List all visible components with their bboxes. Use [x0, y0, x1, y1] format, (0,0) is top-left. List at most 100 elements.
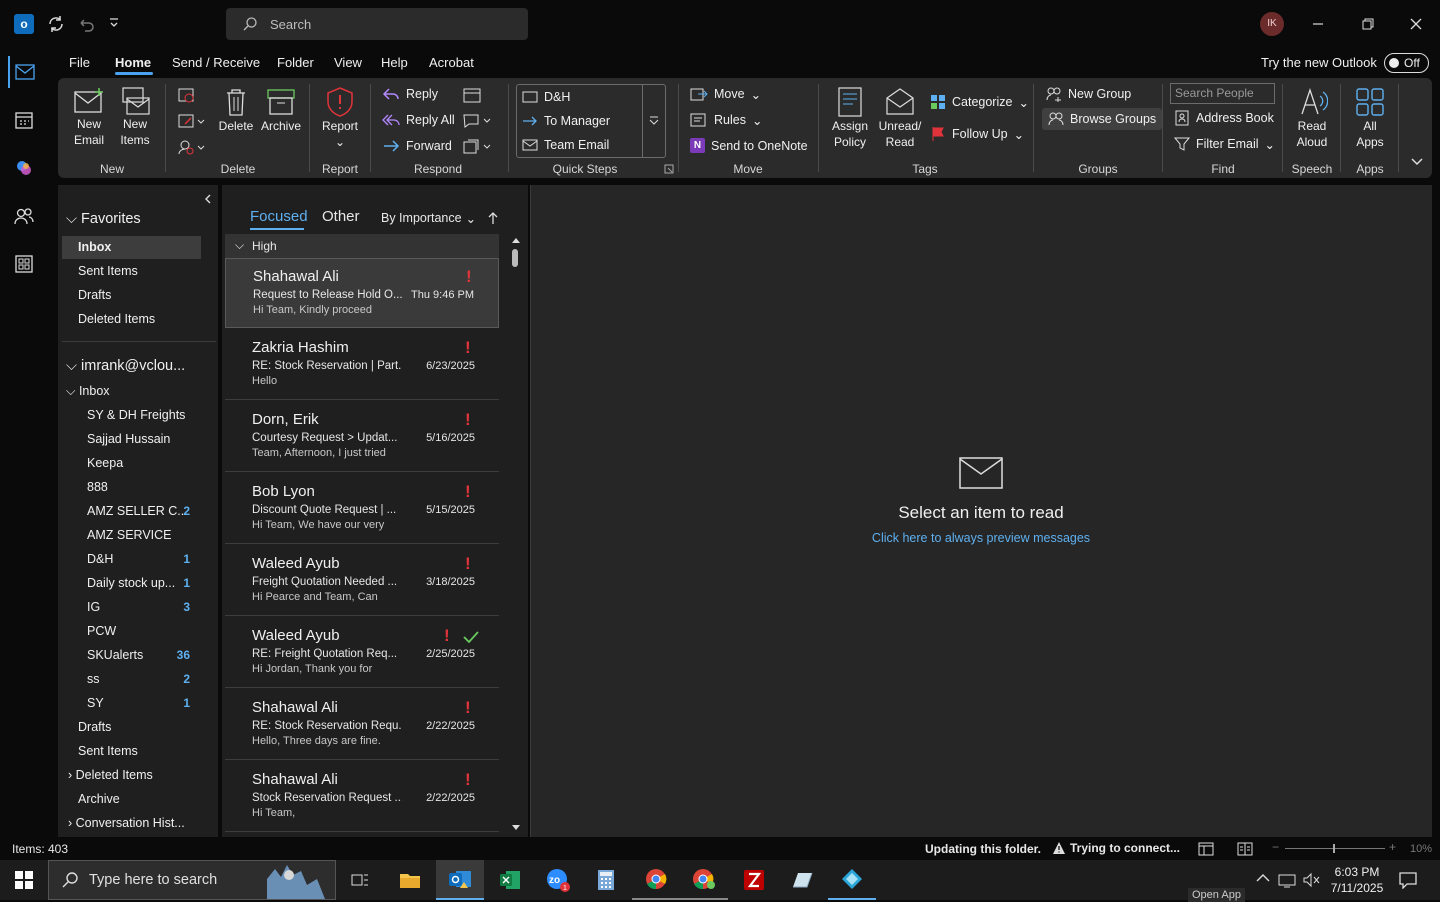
follow-up-button[interactable]: Follow Up ⌄ [930, 126, 1024, 142]
minimize-icon[interactable] [1308, 14, 1328, 34]
quick-step-team-email[interactable]: Team Email [522, 138, 609, 152]
cleanup-icon[interactable] [176, 112, 206, 130]
volume-muted-icon[interactable] [1302, 872, 1320, 888]
taskbar-search[interactable]: Type here to search [48, 860, 336, 900]
collapse-pane-icon[interactable] [203, 193, 213, 205]
menu-send-receive[interactable]: Send / Receive [172, 55, 260, 70]
file-explorer-icon[interactable] [386, 860, 434, 900]
scroll-thumb[interactable] [512, 249, 518, 267]
send-to-onenote-button[interactable]: N Send to OneNote [690, 138, 808, 153]
scroll-down-icon[interactable] [511, 823, 521, 833]
zoom-app-icon[interactable]: zo 1 [534, 860, 582, 900]
new-outlook-toggle[interactable]: Off [1384, 53, 1429, 73]
customize-toolbar-icon[interactable] [108, 16, 120, 30]
zoom-out-icon[interactable]: − [1272, 840, 1279, 854]
message-item[interactable]: Shahawal Ali Request to Release Hold O...… [225, 258, 499, 328]
notes-app-icon[interactable] [778, 860, 826, 900]
message-item[interactable]: Shahawal Ali RE: Stock Reservation Requ..… [225, 690, 499, 760]
fav-drafts[interactable]: Drafts [78, 288, 111, 302]
remote-app-icon[interactable] [828, 860, 876, 900]
scroll-up-icon[interactable] [511, 235, 521, 245]
menu-home[interactable]: Home [115, 55, 151, 70]
scrollbar[interactable] [510, 235, 520, 831]
filter-email-button[interactable]: Filter Email ⌄ [1174, 136, 1275, 152]
copilot-icon[interactable] [8, 152, 40, 184]
menu-acrobat[interactable]: Acrobat [429, 55, 474, 70]
message-item[interactable]: Waleed Ayub RE: Freight Quotation Req... 2… [225, 618, 499, 688]
subfolder-item[interactable]: ss [87, 672, 100, 686]
reply-all-button[interactable]: Reply All [382, 112, 455, 128]
ribbon-collapse-icon[interactable] [1410, 156, 1424, 168]
folder-item[interactable]: Sent Items [78, 744, 138, 758]
account-header[interactable]: ⌵ imrank@vclou... [66, 358, 185, 374]
categorize-button[interactable]: Categorize ⌄ [930, 94, 1029, 110]
all-apps-button[interactable]: All Apps [1348, 86, 1392, 150]
menu-view[interactable]: View [334, 55, 362, 70]
subfolder-item[interactable]: D&H [87, 552, 113, 566]
undo-icon[interactable] [76, 14, 96, 34]
zoom-level[interactable]: 10% [1410, 843, 1432, 855]
sync-icon[interactable] [46, 14, 66, 34]
always-preview-link[interactable]: Click here to always preview messages [531, 531, 1431, 545]
subfolder-item[interactable]: IG [87, 600, 100, 614]
assign-policy-button[interactable]: Assign Policy [824, 86, 876, 150]
sort-direction-icon[interactable] [488, 211, 498, 225]
zoom-thumb[interactable] [1333, 844, 1335, 853]
meeting-reply-icon[interactable] [462, 86, 482, 104]
delete-button[interactable]: Delete [216, 86, 256, 134]
subfolder-item[interactable]: AMZ SERVICE [87, 528, 172, 542]
mail-icon[interactable] [8, 56, 40, 88]
apps-icon[interactable] [8, 248, 40, 280]
fav-sent-items[interactable]: Sent Items [78, 264, 138, 278]
favorites-header[interactable]: ⌵ Favorites [66, 211, 141, 227]
normal-view-icon[interactable] [1198, 842, 1214, 856]
reply-button[interactable]: Reply [382, 86, 438, 102]
menu-folder[interactable]: Folder [277, 55, 314, 70]
browse-groups-button[interactable]: Browse Groups [1042, 108, 1163, 130]
group-header-high[interactable]: ⌵ High [225, 234, 499, 258]
message-item[interactable]: Dorn, Erik Courtesy Request > Updat... 5/1… [225, 402, 499, 472]
completed-check-icon[interactable] [462, 630, 480, 644]
chrome-profile-icon[interactable] [680, 860, 728, 900]
folder-item[interactable]: › Deleted Items [68, 768, 153, 782]
avatar[interactable]: IK [1260, 12, 1284, 36]
task-view-icon[interactable] [336, 860, 384, 900]
inbox-folder[interactable]: ⌵ Inbox [66, 384, 110, 399]
folder-item[interactable]: › Conversation Hist... [68, 816, 185, 830]
excel-icon[interactable] [486, 860, 534, 900]
show-hidden-icons-icon[interactable] [1256, 873, 1270, 883]
subfolder-item[interactable]: Sajjad Hussain [87, 432, 170, 446]
folder-item[interactable]: Archive [78, 792, 120, 806]
message-item[interactable]: Waleed Ayub Freight Quotation Needed ... 3… [225, 546, 499, 616]
message-item[interactable]: Zakria Hashim RE: Stock Reservation | Par… [225, 330, 499, 400]
menu-file[interactable]: File [69, 55, 90, 70]
unread-read-button[interactable]: Unread/ Read [876, 86, 924, 150]
search-people-input[interactable]: Search People [1170, 83, 1275, 104]
zoom-slider[interactable] [1285, 844, 1385, 853]
new-items-button[interactable]: New Items [114, 86, 156, 148]
calculator-icon[interactable] [582, 860, 630, 900]
reading-view-icon[interactable] [1237, 842, 1253, 856]
windows-start-icon[interactable] [0, 860, 48, 900]
report-button[interactable]: Report ⌄ [318, 86, 362, 150]
chrome-icon[interactable] [632, 860, 680, 900]
address-book-button[interactable]: Address Book [1174, 110, 1274, 126]
junk-icon[interactable] [176, 138, 206, 156]
connection-status[interactable]: Trying to connect... [1052, 841, 1180, 855]
subfolder-item[interactable]: Keepa [87, 456, 123, 470]
read-aloud-button[interactable]: Read Aloud [1290, 86, 1334, 150]
rules-button[interactable]: Rules ⌄ [690, 112, 762, 128]
close-icon[interactable] [1406, 14, 1426, 34]
new-email-button[interactable]: New Email [70, 86, 108, 148]
subfolder-item[interactable]: 888 [87, 480, 108, 494]
archive-button[interactable]: Archive [258, 86, 304, 134]
quick-steps-launcher-icon[interactable] [664, 164, 674, 174]
zoom-in-icon[interactable]: + [1389, 840, 1396, 854]
search-input[interactable]: Search [226, 8, 528, 40]
forward-button[interactable]: Forward [382, 138, 452, 154]
people-icon[interactable] [8, 200, 40, 232]
subfolder-item[interactable]: SY [87, 696, 104, 710]
filezilla-icon[interactable] [730, 860, 778, 900]
network-icon[interactable] [1278, 872, 1296, 888]
sort-dropdown[interactable]: By Importance ⌄ [381, 211, 476, 226]
